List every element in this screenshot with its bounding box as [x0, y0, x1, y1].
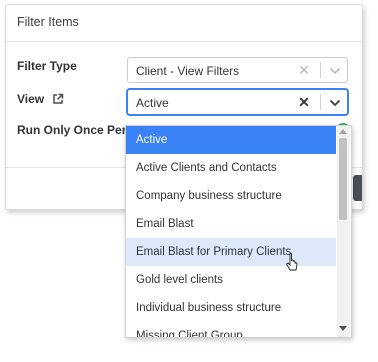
external-link-icon[interactable]	[52, 92, 64, 104]
dropdown-option[interactable]: Individual business structure	[126, 294, 336, 322]
dropdown-option[interactable]: Active	[126, 126, 336, 154]
chevron-down-icon[interactable]	[328, 96, 342, 108]
view-dropdown-menu: Active Active Clients and Contacts Company…	[125, 125, 352, 338]
dropdown-option[interactable]: Company business structure	[126, 182, 336, 210]
chevron-down-icon[interactable]	[328, 64, 342, 76]
clear-icon[interactable]: ✕	[297, 62, 311, 78]
dropdown-option[interactable]: Active Clients and Contacts	[126, 154, 336, 182]
view-select[interactable]: Active ✕	[127, 89, 348, 115]
dropdown-option[interactable]: Gold level clients	[126, 266, 336, 294]
scroll-up-arrow-icon[interactable]	[339, 129, 347, 134]
clear-icon[interactable]: ✕	[297, 94, 311, 110]
dropdown-scrollbar[interactable]	[337, 126, 350, 337]
select-separator	[320, 94, 321, 110]
filter-type-value: Client - View Filters	[136, 64, 240, 78]
filter-type-label: Filter Type	[17, 59, 77, 73]
dropdown-option[interactable]: Email Blast for Primary Clients	[126, 238, 336, 266]
view-label: View	[17, 92, 45, 106]
footer-button[interactable]	[353, 175, 362, 201]
dropdown-options: Active Active Clients and Contacts Company…	[126, 126, 336, 337]
filter-type-select[interactable]: Client - View Filters ✕	[127, 57, 348, 83]
view-value: Active	[136, 96, 169, 110]
scrollbar-thumb[interactable]	[339, 138, 347, 220]
dialog-header: Filter Items	[6, 5, 362, 42]
scroll-down-arrow-icon[interactable]	[339, 326, 347, 331]
run-once-label: Run Only Once Per Client	[17, 123, 131, 137]
screen: Filter Items Filter Type View Run Only O…	[0, 0, 378, 362]
dropdown-option[interactable]: Email Blast	[126, 210, 336, 238]
select-separator	[320, 62, 321, 78]
mouse-pointer-icon	[285, 252, 299, 273]
dialog-title: Filter Items	[17, 15, 79, 29]
dropdown-option[interactable]: Missing Client Group	[126, 322, 336, 337]
